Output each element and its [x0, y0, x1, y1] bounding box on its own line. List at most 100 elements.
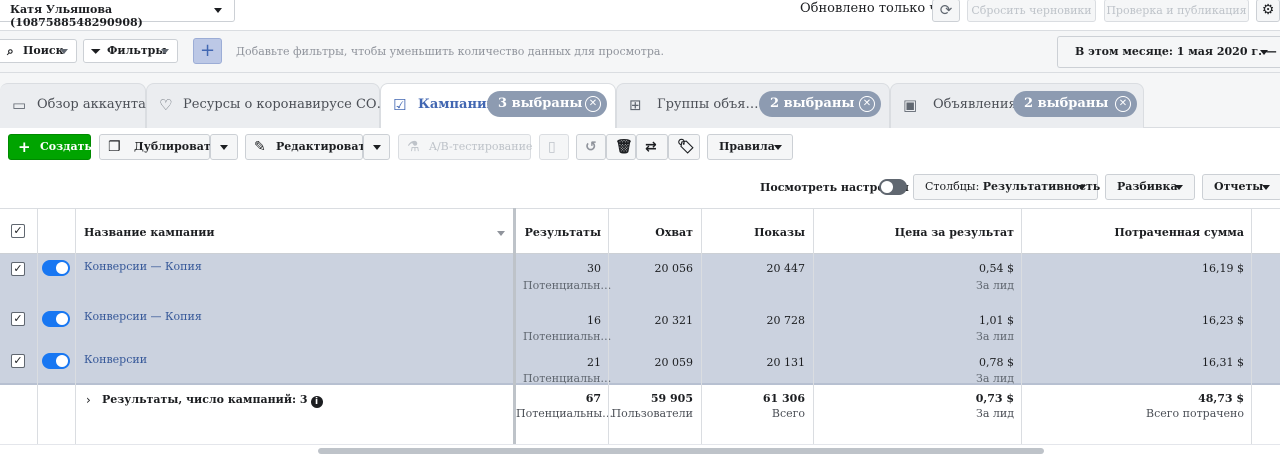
export-button[interactable]: ⇄: [636, 134, 668, 160]
edit-button[interactable]: ✎ Редактировать: [245, 134, 373, 160]
refresh-button[interactable]: ⟳: [932, 0, 960, 22]
column-divider: [1021, 208, 1022, 444]
clipboard-button[interactable]: ▯: [539, 134, 569, 160]
duplicate-button[interactable]: ❐ Дублировать: [99, 134, 218, 160]
campaign-name-link[interactable]: Конверсии — Копия: [84, 310, 202, 323]
campaign-name-link[interactable]: Конверсии — Копия: [84, 260, 202, 273]
clear-selection-icon[interactable]: ✕: [585, 96, 601, 112]
campaign-toggle[interactable]: [42, 353, 70, 369]
selected-count: 2 выбраны: [1024, 96, 1109, 111]
action-toolbar: + Создать ❐ Дублировать ✎ Редактировать …: [0, 128, 1280, 165]
tab-label: Обзор аккаунта: [37, 97, 146, 112]
tab-covid-resources[interactable]: ♡ Ресурсы о коронавирусе CO…: [146, 83, 390, 128]
settings-button[interactable]: ⚙: [1256, 0, 1280, 22]
reports-button[interactable]: Отчеты: [1202, 174, 1280, 200]
tab-ad-sets[interactable]: ⊞ Группы объя… 2 выбраны ✕: [616, 83, 890, 128]
cost-per-result-type: За лид: [975, 279, 1014, 292]
edit-dropdown[interactable]: [363, 134, 390, 160]
total-reach: 59 905: [650, 392, 693, 405]
chevron-down-icon: [1078, 185, 1086, 190]
tag-button[interactable]: 🏷: [668, 134, 700, 160]
scrollbar-thumb[interactable]: [318, 448, 1044, 454]
create-label: Создать: [40, 140, 92, 153]
view-bar: Посмотреть настройки Столбцы: Результати…: [0, 165, 1280, 208]
duplicate-dropdown[interactable]: [210, 134, 238, 160]
view-settings-toggle[interactable]: [879, 179, 907, 195]
campaign-toggle[interactable]: [42, 311, 70, 327]
campaigns-icon: ☑: [393, 96, 407, 114]
ab-test-label: A/B-тестирование: [429, 140, 533, 153]
cost-per-result-value: 0,78 $: [979, 356, 1014, 369]
results-value: 30: [587, 262, 601, 275]
info-icon[interactable]: i: [310, 396, 323, 408]
tab-ads[interactable]: ▣ Объявления 2 выбраны ✕: [890, 83, 1144, 128]
filter-bar: ⌕ Поиск ⏷ Фильтры + Добавьте фильтры, чт…: [0, 31, 1280, 88]
horizontal-scrollbar[interactable]: [0, 444, 1280, 455]
undo-icon: ↺: [585, 139, 597, 155]
reach-value: 20 056: [654, 262, 694, 275]
table-row[interactable]: ✓ Конверсии — Копия 16 Потенциальн… 20 3…: [0, 297, 1280, 343]
create-button[interactable]: + Создать: [8, 134, 92, 160]
results-value: 16: [587, 314, 601, 327]
column-header-cost-per-result[interactable]: Цена за результат: [895, 226, 1014, 239]
campaign-toggle[interactable]: [42, 260, 70, 276]
delete-button[interactable]: 🗑: [606, 134, 636, 160]
trash-icon: 🗑: [615, 139, 633, 155]
sort-icon[interactable]: [497, 231, 505, 236]
columns-button[interactable]: Столбцы: Результативность: [913, 174, 1100, 200]
column-header-amount-spent[interactable]: Потраченная сумма: [1114, 226, 1244, 239]
selected-count-pill: 3 выбраны ✕: [487, 91, 607, 117]
gear-icon: ⚙: [1261, 2, 1275, 18]
duplicate-icon: ❐: [108, 139, 121, 155]
table-row[interactable]: ✓ Конверсии 21 Потенциальн… 20 059 20 13…: [0, 340, 1280, 385]
breakdown-button[interactable]: Разбивка: [1105, 174, 1195, 200]
duplicate-label: Дублировать: [134, 140, 219, 153]
pencil-icon: ✎: [254, 139, 266, 155]
search-icon: ⌕: [7, 44, 14, 58]
table-row[interactable]: ✓ Конверсии — Копия 30 Потенциальн… 20 0…: [0, 254, 1280, 298]
undo-button[interactable]: ↺: [576, 134, 606, 160]
impressions-value: 20 728: [766, 314, 806, 327]
frozen-column-divider[interactable]: [513, 208, 516, 444]
ads-icon: ▣: [903, 96, 918, 114]
tab-account-overview[interactable]: ▭ Обзор аккаунта: [0, 83, 146, 128]
account-selector[interactable]: Катя Ульяшова (1087588548290908): [0, 0, 235, 29]
column-header-campaign-name[interactable]: Название кампании: [84, 226, 215, 239]
cost-per-result-value: 0,54 $: [979, 262, 1014, 275]
row-checkbox[interactable]: ✓: [11, 354, 25, 368]
column-header-impressions[interactable]: Показы: [754, 226, 805, 239]
chevron-down-icon: [372, 145, 381, 150]
filter-icon: ⏷: [91, 44, 101, 58]
clear-selection-icon[interactable]: ✕: [859, 96, 875, 112]
search-button[interactable]: ⌕ Поиск: [0, 39, 77, 63]
review-publish-button[interactable]: Проверка и публикация: [1104, 0, 1249, 22]
selected-count: 3 выбраны: [498, 96, 583, 111]
rules-button[interactable]: Правила: [707, 134, 793, 160]
clear-selection-icon[interactable]: ✕: [1115, 96, 1131, 112]
chevron-right-icon[interactable]: ›: [86, 393, 91, 407]
search-label: Поиск: [23, 44, 64, 57]
impressions-value: 20 447: [766, 262, 806, 275]
chevron-down-icon: [214, 8, 222, 13]
column-header-reach[interactable]: Охват: [655, 226, 693, 239]
add-filter-button[interactable]: +: [193, 38, 222, 64]
column-divider: [37, 208, 38, 444]
row-checkbox[interactable]: ✓: [11, 312, 25, 326]
reset-drafts-button[interactable]: Сбросить черновики: [967, 0, 1096, 22]
chevron-down-icon: [161, 49, 169, 54]
row-checkbox[interactable]: ✓: [11, 262, 25, 276]
ab-test-button[interactable]: ⚗ A/B-тестирование: [398, 134, 533, 160]
select-all-checkbox[interactable]: ✓: [11, 224, 25, 238]
filters-button[interactable]: ⏷ Фильтры: [83, 39, 178, 63]
campaign-name-link[interactable]: Конверсии: [84, 353, 147, 366]
reach-value: 20 321: [654, 314, 694, 327]
column-header-results[interactable]: Результаты: [525, 226, 601, 239]
tab-campaigns[interactable]: ☑ Кампании 3 выбраны ✕: [380, 83, 616, 129]
column-divider: [75, 208, 76, 444]
breakdown-label: Разбивка: [1117, 180, 1178, 193]
flask-icon: ⚗: [407, 139, 420, 155]
plus-icon: +: [199, 40, 216, 61]
heart-icon: ♡: [159, 96, 173, 114]
ad-sets-icon: ⊞: [629, 96, 642, 114]
date-range-picker[interactable]: В этом месяце: 1 мая 2020 г. — 29: [1057, 36, 1280, 88]
